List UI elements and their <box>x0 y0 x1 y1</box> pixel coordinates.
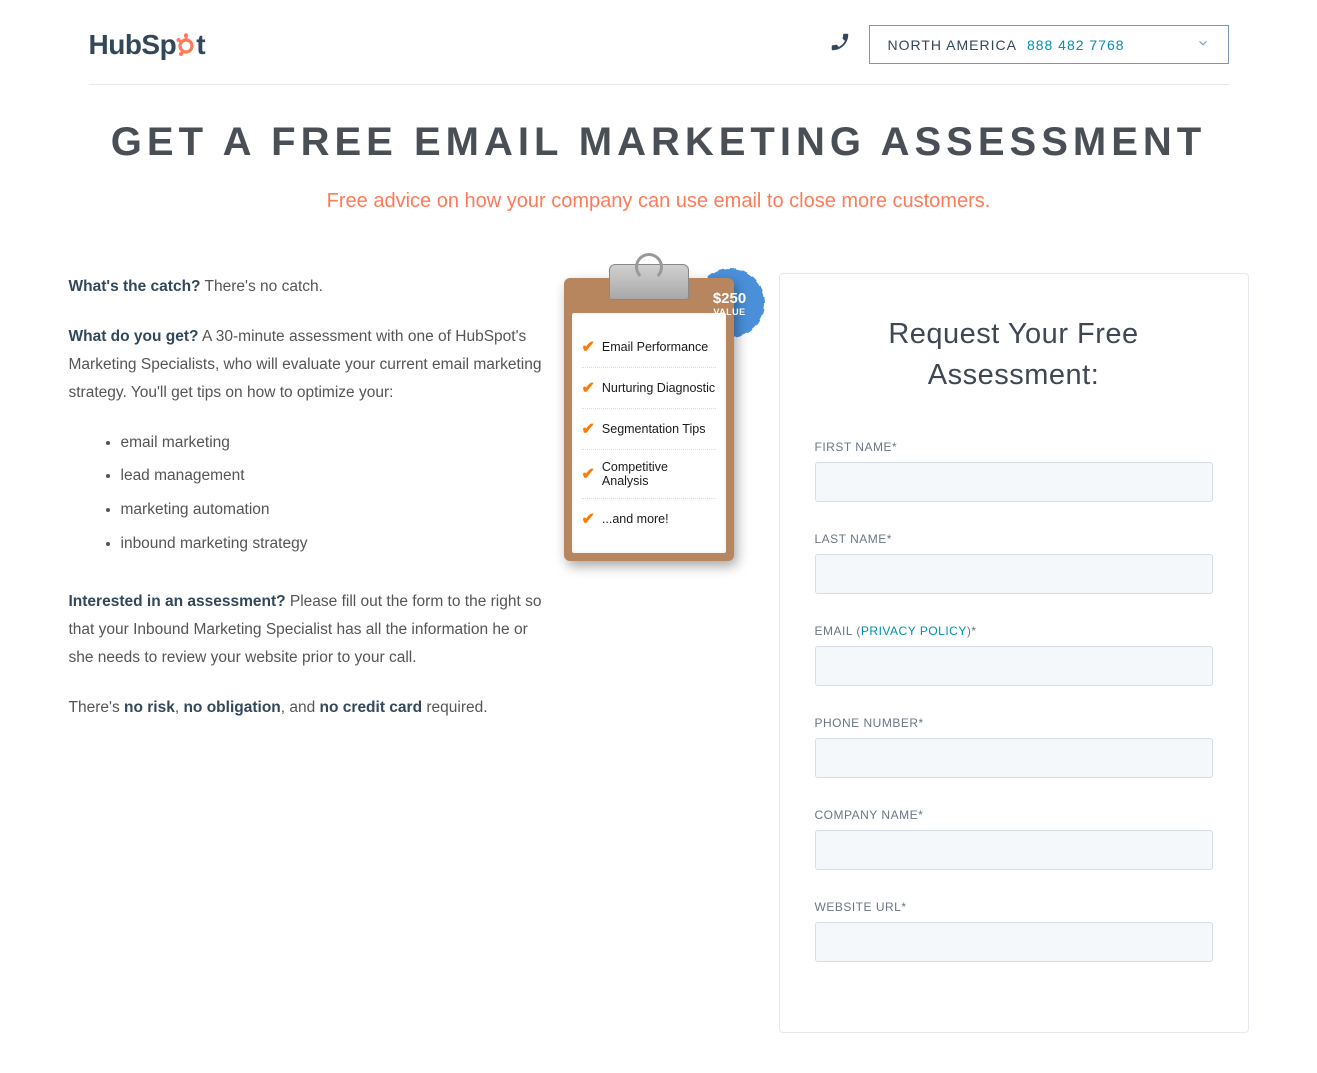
logo[interactable]: HubSpt <box>89 29 206 61</box>
company-label: COMPANY NAME* <box>815 808 1213 822</box>
logo-text-suffix: t <box>196 29 205 61</box>
interested-heading: Interested in an assessment? <box>69 593 286 610</box>
sprocket-icon <box>176 29 196 61</box>
clipboard-item: ✔Email Performance <box>582 327 716 367</box>
check-icon: ✔ <box>582 378 595 398</box>
clipboard-graphic: $250 VALUE ✔Email Performance ✔Nurturing… <box>564 278 749 744</box>
email-input[interactable] <box>815 646 1213 686</box>
website-input[interactable] <box>815 922 1213 962</box>
form-panel: Request Your Free Assessment: FIRST NAME… <box>779 273 1249 1033</box>
company-input[interactable] <box>815 830 1213 870</box>
page-subtitle: Free advice on how your company can use … <box>69 190 1249 213</box>
optimize-list: email marketing lead management marketin… <box>121 429 544 559</box>
last-name-input[interactable] <box>815 554 1213 594</box>
clip-icon <box>609 264 689 300</box>
phone-icon <box>829 31 851 58</box>
catch-text: There's no catch. <box>201 278 323 295</box>
logo-text-prefix: HubSp <box>89 29 177 61</box>
badge-price: $250 <box>713 290 746 307</box>
first-name-label: FIRST NAME* <box>815 440 1213 454</box>
last-name-label: LAST NAME* <box>815 532 1213 546</box>
page-title: GET A FREE EMAIL MARKETING ASSESSMENT <box>69 120 1249 165</box>
email-label: EMAIL (PRIVACY POLICY)* <box>815 624 1213 638</box>
clipboard-item: ✔Segmentation Tips <box>582 408 716 449</box>
website-label: WEBSITE URL* <box>815 900 1213 914</box>
clipboard-item: ✔Competitive Analysis <box>582 449 716 498</box>
check-icon: ✔ <box>582 419 595 439</box>
badge-value: VALUE <box>713 307 745 317</box>
clipboard-item: ✔...and more! <box>582 498 716 539</box>
phone-input[interactable] <box>815 738 1213 778</box>
first-name-input[interactable] <box>815 462 1213 502</box>
clipboard-item: ✔Nurturing Diagnostic <box>582 367 716 408</box>
check-icon: ✔ <box>582 464 595 484</box>
chevron-down-icon <box>1196 36 1210 53</box>
phone-number: 888 482 7768 <box>1027 37 1125 53</box>
region-label: NORTH AMERICA <box>888 37 1017 53</box>
get-heading: What do you get? <box>69 328 199 345</box>
list-item: inbound marketing strategy <box>121 530 544 558</box>
list-item: email marketing <box>121 429 544 457</box>
closing-text: There's no risk, no obligation, and no c… <box>69 694 544 722</box>
check-icon: ✔ <box>582 337 595 357</box>
region-dropdown[interactable]: NORTH AMERICA 888 482 7768 <box>869 25 1229 64</box>
catch-heading: What's the catch? <box>69 278 201 295</box>
list-item: marketing automation <box>121 496 544 524</box>
hero: GET A FREE EMAIL MARKETING ASSESSMENT Fr… <box>69 85 1249 243</box>
form-heading: Request Your Free Assessment: <box>815 314 1213 395</box>
header-right: NORTH AMERICA 888 482 7768 <box>829 25 1229 64</box>
body-text: What's the catch? There's no catch. What… <box>69 273 544 744</box>
list-item: lead management <box>121 462 544 490</box>
phone-label: PHONE NUMBER* <box>815 716 1213 730</box>
privacy-policy-link[interactable]: PRIVACY POLICY <box>861 624 967 638</box>
check-icon: ✔ <box>582 509 595 529</box>
